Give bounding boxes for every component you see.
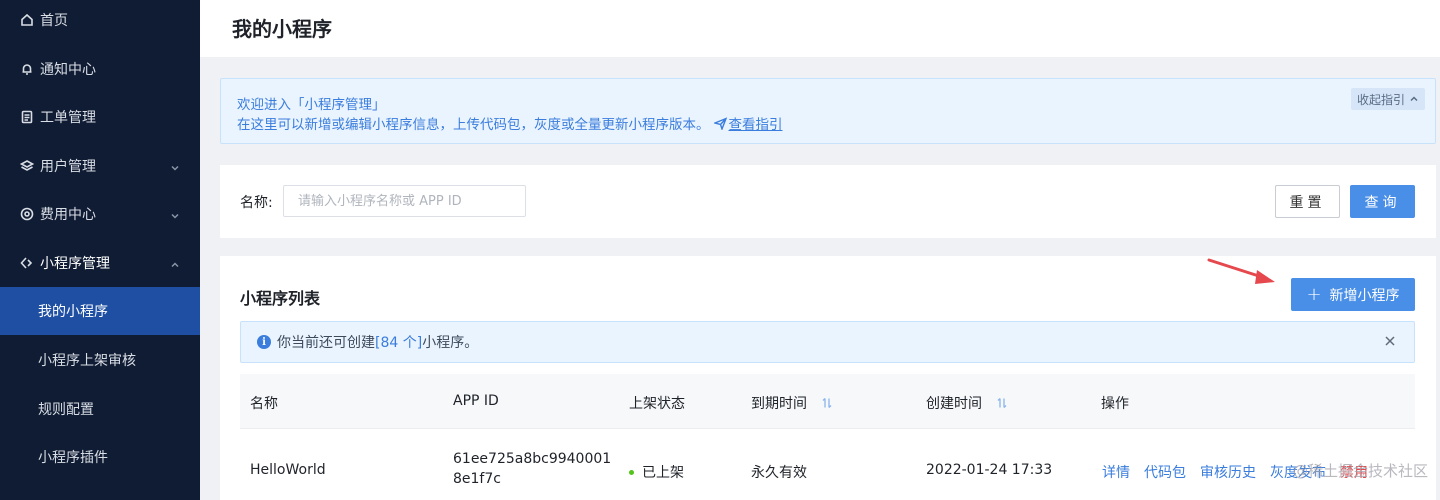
query-button[interactable]: 查询 [1350,185,1415,218]
sidebar-item-label: 工单管理 [40,110,96,126]
guide-line-2: 在这里可以新增或编辑小程序信息，上传代码包，灰度或全量更新小程序版本。 查看指引 [237,113,783,133]
bell-icon [20,62,34,76]
close-icon[interactable] [1384,335,1396,347]
sidebar-item-label: 首页 [40,13,68,29]
alert-count: [84 个] [375,335,423,351]
chevron-up-icon [170,258,180,268]
guide-banner: 欢迎进入「小程序管理」 在这里可以新增或编辑小程序信息，上传代码包，灰度或全量更… [220,78,1436,144]
sidebar-item-home[interactable]: 首页 [0,0,200,44]
column-header-created[interactable]: 创建时间 [926,393,1008,413]
document-icon [20,110,34,124]
guide-link[interactable]: 查看指引 [729,113,783,133]
info-icon: i [257,335,271,349]
sidebar-item-tickets[interactable]: 工单管理 [0,93,200,141]
sidebar-item-users[interactable]: 用户管理 [0,142,200,190]
alert-suffix: 小程序。 [422,335,479,351]
sidebar-item-notifications[interactable]: 通知中心 [0,45,200,93]
cell-status: 已上架 [629,462,684,482]
guide-line-1: 欢迎进入「小程序管理」 [237,97,386,113]
cell-expire: 永久有效 [751,465,807,481]
cell-created: 2022-01-24 17:33 [926,462,1053,478]
status-dot-icon [629,469,634,475]
reset-button[interactable]: 重置 [1275,185,1340,218]
cell-name: HelloWorld [250,462,326,478]
sidebar-subitem-label: 小程序插件 [38,450,108,466]
column-header-appid: APP ID [453,393,499,409]
cell-appid: 61ee725a8bc9940001 8e1f7c [453,449,613,489]
action-code-package-link[interactable]: 代码包 [1144,462,1186,482]
sidebar-subitem-rules[interactable]: 规则配置 [0,385,200,433]
sidebar-subitem-label: 我的小程序 [38,304,108,320]
appid-line-1: 61ee725a8bc9940001 [453,451,612,467]
collapse-guide-label: 收起指引 [1356,92,1405,107]
column-header-actions: 操作 [1101,396,1129,412]
column-header-status: 上架状态 [629,396,685,412]
add-miniprogram-label: 新增小程序 [1329,287,1400,304]
chevron-down-icon [170,161,180,171]
name-filter-label: 名称: [240,195,273,211]
action-details-link[interactable]: 详情 [1102,462,1130,482]
sidebar-subitem-label: 规则配置 [38,402,94,418]
chevron-down-icon [170,209,180,219]
sidebar-item-label: 通知中心 [40,62,96,78]
quota-alert: i 你当前还可创建 [84 个] 小程序。 [240,321,1415,363]
sidebar-subitem-review[interactable]: 小程序上架审核 [0,336,200,384]
annotation-arrow-icon [1207,258,1275,284]
sidebar-item-label: 小程序管理 [40,256,110,272]
chevron-up-icon [1410,96,1418,102]
sidebar-item-miniprogram[interactable]: 小程序管理 [0,239,200,287]
sidebar-item-label: 用户管理 [40,159,96,175]
sidebar-subitem-label: 小程序上架审核 [38,353,136,369]
column-header-expire[interactable]: 到期时间 [751,393,833,413]
miniprogram-list-card: 小程序列表 + 新增小程序 i 你当前还可创建 [84 个] 小程序。 名称 A… [220,256,1436,500]
home-icon [20,13,34,27]
action-review-history-link[interactable]: 审核历史 [1200,462,1256,482]
sidebar-item-billing[interactable]: 费用中心 [0,190,200,238]
name-search-input[interactable] [283,185,526,217]
add-miniprogram-button[interactable]: + 新增小程序 [1291,278,1415,311]
filter-card: 名称: 重置 查询 [220,165,1436,238]
sort-icon[interactable] [996,397,1008,409]
watermark: @稀土掘金技术社区 [1292,462,1428,480]
column-header-name: 名称 [250,396,278,412]
page-title: 我的小程序 [232,17,332,41]
layers-icon [20,159,34,173]
sidebar-subitem-plugins[interactable]: 小程序插件 [0,433,200,481]
sort-icon[interactable] [821,397,833,409]
status-label: 已上架 [642,465,684,481]
list-title: 小程序列表 [240,289,321,308]
table-header: 名称 APP ID 上架状态 到期时间 创建时间 操作 [240,374,1415,429]
alert-prefix: 你当前还可创建 [277,335,375,351]
plus-icon: + [1306,283,1322,305]
appid-line-2: 8e1f7c [453,471,501,487]
column-header-expire-label: 到期时间 [751,396,807,412]
collapse-guide-button[interactable]: 收起指引 [1350,88,1425,110]
sidebar-subitem-my-miniprograms[interactable]: 我的小程序 [0,287,200,335]
column-header-created-label: 创建时间 [926,396,982,412]
table-row: HelloWorld 61ee725a8bc9940001 8e1f7c 已上架… [240,429,1415,500]
code-icon [20,256,34,270]
guide-text: 在这里可以新增或编辑小程序信息，上传代码包，灰度或全量更新小程序版本。 [237,117,710,133]
send-icon [712,116,727,131]
coin-icon [20,207,34,221]
page-header: 我的小程序 [200,0,1440,57]
sidebar: 首页 通知中心 工单管理 用户管理 费用中心 小程序管理 我的小程序 小程序上架… [0,0,200,500]
sidebar-item-label: 费用中心 [40,207,96,223]
